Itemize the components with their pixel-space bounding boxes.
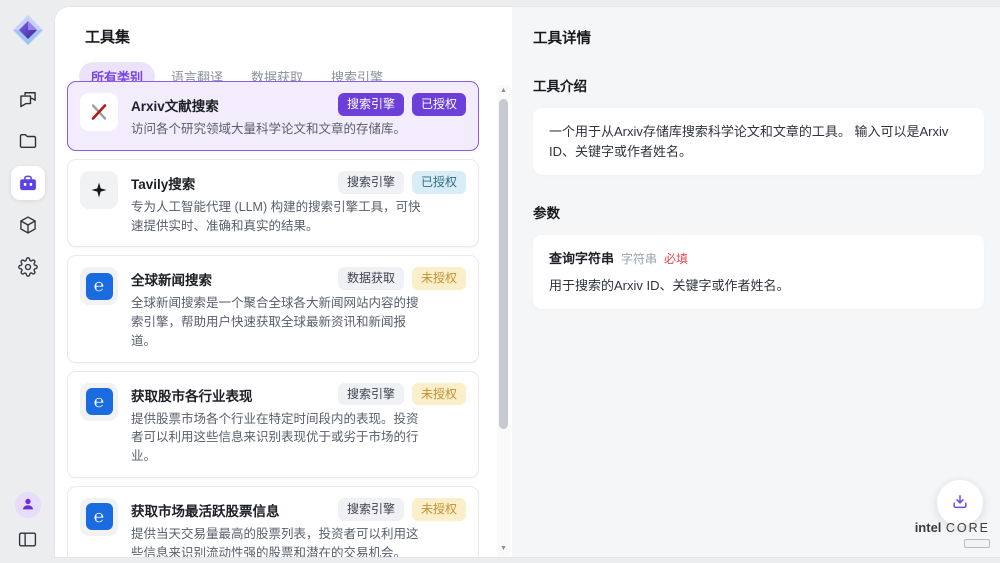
juhe-logo: ℮ [80, 267, 118, 305]
intro-card: 一个用于从Arxiv存储库搜索科学论文和文章的工具。 输入可以是Arxiv ID… [533, 108, 984, 175]
category-badge: 数据获取 [338, 267, 404, 290]
auth-badge: 未授权 [412, 267, 466, 290]
chat-icon [18, 89, 38, 109]
tool-description: 全球新闻搜索是一个聚合全球各大新闻网站内容的搜索引擎，帮助用户快速获取全球最新资… [131, 294, 423, 350]
tool-badges: 搜索引擎 未授权 [338, 498, 466, 521]
intel-core-logo: intel CORE [915, 520, 990, 552]
tool-badges: 搜索引擎 已授权 [338, 171, 466, 194]
param-type: 字符串 [621, 250, 657, 268]
tool-card-active-stocks[interactable]: ℮ 获取市场最活跃股票信息 提供当天交易量最高的股票列表，投资者可以利用这些信息… [67, 486, 479, 557]
core-wordmark: CORE [946, 521, 990, 535]
sidebar-item-files[interactable] [11, 124, 45, 158]
tool-description: 提供当天交易量最高的股票列表，投资者可以利用这些信息来识别流动性强的股票和潜在的… [131, 525, 423, 557]
detail-title: 工具详情 [533, 27, 984, 48]
tool-card-list: Arxiv文献搜索 访问各个研究领域大量科学论文和文章的存储库。 搜索引擎 已授… [67, 81, 479, 557]
category-badge: 搜索引擎 [338, 383, 404, 406]
intel-tier-badge [964, 539, 990, 548]
juhe-logo: ℮ [80, 383, 118, 421]
tool-card-arxiv[interactable]: Arxiv文献搜索 访问各个研究领域大量科学论文和文章的存储库。 搜索引擎 已授… [67, 81, 479, 151]
scroll-down-arrow-icon[interactable]: ▼ [497, 543, 510, 555]
intro-text: 一个用于从Arxiv存储库搜索科学论文和文章的工具。 输入可以是Arxiv ID… [549, 124, 948, 159]
sidebar-bottom [14, 492, 42, 551]
category-badge: 搜索引擎 [338, 171, 404, 194]
category-badge: 搜索引擎 [338, 93, 404, 116]
app-window: 工具集 所有类别 语言翻译 数据获取 搜索引擎 [0, 0, 1000, 563]
gear-icon [18, 257, 38, 277]
scrollbar-thumb[interactable] [499, 99, 508, 429]
param-name: 查询字符串 [549, 249, 614, 269]
diamond-logo-icon [12, 14, 44, 46]
panel-collapse-icon [18, 531, 37, 548]
tool-detail-pane: 工具详情 工具介绍 一个用于从Arxiv存储库搜索科学论文和文章的工具。 输入可… [512, 7, 1000, 557]
download-icon [950, 492, 970, 515]
collapse-sidebar-button[interactable] [14, 527, 42, 551]
cube-icon [18, 215, 38, 235]
arxiv-logo [80, 93, 118, 131]
auth-badge: 已授权 [412, 93, 466, 116]
page-title: 工具集 [85, 26, 512, 47]
param-card: 查询字符串 字符串 必填 用于搜索的Arxiv ID、关键字或作者姓名。 [533, 235, 984, 309]
sidebar-item-packages[interactable] [11, 208, 45, 242]
params-heading: 参数 [533, 202, 984, 222]
tool-description: 专为人工智能代理 (LLM) 构建的搜索引擎工具，可快速提供实时、准确和真实的结… [131, 198, 423, 236]
intro-heading: 工具介绍 [533, 75, 984, 95]
category-badge: 搜索引擎 [338, 498, 404, 521]
tool-badges: 搜索引擎 已授权 [338, 93, 466, 116]
sidebar [0, 0, 55, 563]
tool-description: 访问各个研究领域大量科学论文和文章的存储库。 [131, 120, 406, 139]
tool-card-global-news[interactable]: ℮ 全球新闻搜索 全球新闻搜索是一个聚合全球各大新闻网站内容的搜索引擎，帮助用户… [67, 255, 479, 362]
auth-badge: 未授权 [412, 498, 466, 521]
juhe-logo: ℮ [80, 498, 118, 536]
scroll-up-arrow-icon[interactable]: ▲ [497, 85, 510, 97]
tool-card-sector-performance[interactable]: ℮ 获取股市各行业表现 提供股票市场各个行业在特定时间段内的表现。投资者可以利用… [67, 371, 479, 478]
main-panel: 工具集 所有类别 语言翻译 数据获取 搜索引擎 [55, 7, 1000, 557]
app-logo[interactable] [12, 14, 44, 46]
sparkle-star-icon [80, 171, 118, 209]
tool-description: 提供股票市场各个行业在特定时间段内的表现。投资者可以利用这些信息来识别表现优于或… [131, 410, 423, 466]
param-required-label: 必填 [664, 250, 688, 268]
tool-card-tavily[interactable]: Tavily搜索 专为人工智能代理 (LLM) 构建的搜索引擎工具，可快速提供实… [67, 159, 479, 248]
toolbox-icon [18, 173, 38, 193]
tool-badges: 数据获取 未授权 [338, 267, 466, 290]
auth-badge: 未授权 [412, 383, 466, 406]
param-description: 用于搜索的Arxiv ID、关键字或作者姓名。 [549, 276, 968, 296]
user-avatar[interactable] [15, 492, 41, 518]
auth-badge: 已授权 [412, 171, 466, 194]
person-icon [20, 496, 36, 515]
sidebar-nav [11, 82, 45, 284]
sidebar-item-settings[interactable] [11, 250, 45, 284]
intel-wordmark: intel [915, 520, 942, 535]
list-scrollbar[interactable]: ▲ ▼ [497, 85, 510, 557]
sidebar-item-chat[interactable] [11, 82, 45, 116]
sidebar-item-tools[interactable] [11, 166, 45, 200]
folder-icon [18, 131, 38, 151]
tool-badges: 搜索引擎 未授权 [338, 383, 466, 406]
tool-list-pane: 工具集 所有类别 语言翻译 数据获取 搜索引擎 [55, 7, 512, 557]
